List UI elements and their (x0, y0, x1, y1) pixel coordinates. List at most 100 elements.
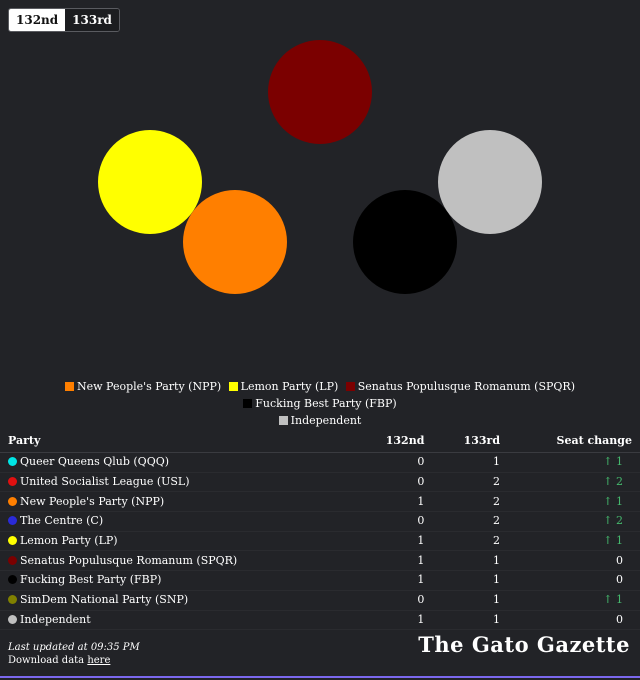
seat-circle (183, 190, 287, 294)
table-row: Lemon Party (LP) 1 2 ↑ 1 (0, 531, 640, 552)
legend-label: New People's Party (NPP) (76, 380, 222, 393)
party-name: United Socialist League (USL) (20, 475, 190, 489)
legend-label: Independent (290, 414, 362, 427)
seats-132nd: 0 (353, 452, 433, 473)
seats-133rd: 1 (432, 452, 509, 473)
party-cell: Fucking Best Party (FBP) (0, 570, 354, 591)
download-link[interactable]: here (87, 655, 110, 666)
seat-change: 0 (508, 610, 640, 631)
legend-item: Independent (278, 412, 362, 429)
legend-swatch (64, 382, 74, 391)
seats-133rd: 1 (432, 570, 509, 591)
party-name: Independent (20, 612, 91, 626)
legend-swatch (345, 382, 355, 391)
party-name: SimDem National Party (SNP) (20, 593, 189, 607)
seats-132nd: 1 (353, 570, 433, 591)
seat-change: ↑ 1 (508, 590, 640, 611)
table-row: The Centre (C) 0 2 ↑ 2 (0, 511, 640, 532)
seats-132nd: 1 (353, 610, 433, 631)
party-cell: The Centre (C) (0, 511, 354, 532)
header-132nd: 132nd (353, 430, 433, 453)
tab-132nd[interactable]: 132nd (9, 9, 66, 31)
header-party: Party (0, 430, 354, 453)
party-color-dot (8, 536, 17, 546)
party-name: The Centre (C) (20, 514, 104, 528)
table-row: Senatus Populusque Romanum (SPQR) 1 1 0 (0, 550, 640, 572)
table-row: New People's Party (NPP) 1 2 ↑ 1 (0, 491, 640, 513)
legend-item: Senatus Populusque Romanum (SPQR) (345, 378, 575, 395)
table-row: SimDem National Party (SNP) 0 1 ↑ 1 (0, 590, 640, 611)
table-header-row: Party 132nd 133rd Seat change (0, 430, 640, 453)
party-color-dot (8, 614, 17, 624)
legend-item: Lemon Party (LP) (228, 378, 339, 395)
seat-change: ↑ 1 (508, 531, 640, 552)
party-cell: Independent (0, 610, 354, 631)
party-cell: Lemon Party (LP) (0, 531, 354, 552)
party-color-dot (8, 477, 17, 487)
party-cell: SimDem National Party (SNP) (0, 590, 354, 611)
party-name: Fucking Best Party (FBP) (20, 573, 162, 587)
party-color-dot (8, 575, 17, 585)
party-cell: New People's Party (NPP) (0, 491, 354, 513)
party-name: New People's Party (NPP) (20, 494, 165, 508)
seats-133rd: 2 (432, 472, 509, 493)
header-seat-change: Seat change (508, 430, 640, 453)
header-133rd: 133rd (432, 430, 509, 453)
download-line: Download data here (8, 654, 140, 667)
legend-label: Senatus Populusque Romanum (SPQR) (357, 380, 575, 393)
legend-label: Fucking Best Party (FBP) (255, 397, 397, 410)
seats-133rd: 1 (432, 550, 509, 572)
seats-132nd: 1 (353, 531, 433, 552)
seat-change: 0 (508, 550, 640, 572)
seat-circle (438, 130, 542, 234)
party-cell: United Socialist League (USL) (0, 472, 354, 493)
bottom-accent-line (0, 676, 640, 678)
party-name: Senatus Populusque Romanum (SPQR) (20, 553, 238, 567)
seat-change: ↑ 1 (508, 491, 640, 513)
seat-table: Party 132nd 133rd Seat change Queer Quee… (0, 430, 640, 631)
party-name: Lemon Party (LP) (20, 534, 118, 548)
legend-label: Lemon Party (LP) (240, 380, 339, 393)
seats-132nd: 1 (353, 491, 433, 513)
seat-circle (268, 40, 372, 144)
seats-132nd: 1 (353, 550, 433, 572)
legend-swatch (243, 399, 253, 408)
party-color-dot (8, 555, 17, 565)
legend: New People's Party (NPP) Lemon Party (LP… (20, 378, 620, 429)
session-tabs: 132nd 133rd (8, 8, 120, 32)
legend-swatch (228, 382, 238, 391)
legend-item: New People's Party (NPP) (64, 378, 222, 395)
table-row: Fucking Best Party (FBP) 1 1 0 (0, 570, 640, 591)
party-cell: Queer Queens Qlub (QQQ) (0, 452, 354, 473)
party-color-dot (8, 595, 17, 605)
seats-132nd: 0 (353, 472, 433, 493)
table-row: Queer Queens Qlub (QQQ) 0 1 ↑ 1 (0, 452, 640, 473)
party-color-dot (8, 516, 17, 526)
seats-132nd: 0 (353, 511, 433, 532)
seats-133rd: 2 (432, 531, 509, 552)
table-row: United Socialist League (USL) 0 2 ↑ 2 (0, 472, 640, 493)
party-name: Queer Queens Qlub (QQQ) (20, 455, 170, 469)
seat-circle (98, 130, 202, 234)
tab-133rd[interactable]: 133rd (65, 9, 119, 31)
download-prefix: Download data (8, 655, 88, 666)
party-color-dot (8, 457, 17, 467)
seat-circle (353, 190, 457, 294)
seat-change: ↑ 2 (508, 472, 640, 493)
seats-133rd: 1 (432, 590, 509, 611)
seat-circle-chart (98, 40, 542, 294)
seats-133rd: 2 (432, 491, 509, 513)
seat-change: ↑ 1 (508, 452, 640, 473)
seat-change: 0 (508, 570, 640, 591)
party-cell: Senatus Populusque Romanum (SPQR) (0, 550, 354, 572)
party-color-dot (8, 496, 17, 506)
table-row: Independent 1 1 0 (0, 610, 640, 631)
seats-132nd: 0 (353, 590, 433, 611)
legend-item: Fucking Best Party (FBP) (243, 395, 397, 412)
brand-logo: The Gato Gazette (418, 632, 630, 657)
seats-133rd: 1 (432, 610, 509, 631)
seats-133rd: 2 (432, 511, 509, 532)
last-updated: Last updated at 09:35 PM (8, 642, 140, 653)
legend-swatch (278, 416, 288, 425)
seat-change: ↑ 2 (508, 511, 640, 532)
